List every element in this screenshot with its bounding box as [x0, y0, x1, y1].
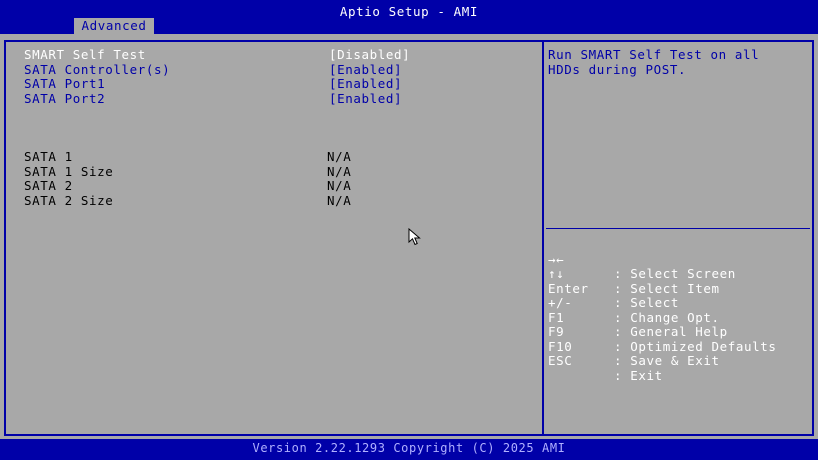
version-text: Version 2.22.1293 Copyright (C) 2025 AMI [252, 441, 566, 455]
key-row: ESC : Exit [548, 340, 662, 382]
key-desc: : Select [614, 295, 680, 310]
key-row: F10 : Save & Exit [548, 325, 719, 368]
key-desc: : Change Opt. [614, 309, 720, 325]
key-row: +/- : Change Opt. [548, 282, 719, 324]
footer-bar: Version 2.22.1293 Copyright (C) 2025 AMI [0, 439, 818, 460]
key-desc: : Select Item [614, 280, 720, 296]
help-divider [546, 228, 810, 229]
setting-sata-controllers[interactable]: SATA Controller(s) [Enabled] [24, 63, 402, 77]
info-sata-1: SATA 1 N/A [24, 149, 351, 164]
help-text: Run SMART Self Test on all HDDs during P… [548, 47, 760, 77]
info-value: N/A [327, 178, 352, 193]
info-value: N/A [327, 164, 352, 179]
title-bar: Aptio Setup - AMI Advanced [0, 0, 818, 34]
key-legend: →← : Select Screen ↑↓ : Select Item Ente… [548, 238, 776, 382]
setting-label: SATA Port1 [24, 76, 106, 91]
mouse-pointer-icon [408, 228, 421, 246]
setting-sata-port2[interactable]: SATA Port2 [Enabled] [24, 92, 402, 106]
panel-divider [542, 40, 544, 434]
setting-smart-self-test[interactable]: SMART Self Test [Disabled] [24, 48, 410, 62]
key-row: →← : Select Screen [548, 238, 735, 281]
info-sata-2-size: SATA 2 Size N/A [24, 194, 351, 208]
tab-advanced[interactable]: Advanced [74, 18, 154, 34]
setting-label: SATA Port2 [24, 91, 106, 106]
key-desc: : Save & Exit [614, 353, 720, 368]
key-row: F1 : General Help [548, 296, 727, 339]
setting-label: SMART Self Test [24, 47, 146, 62]
key-row: ↑↓ : Select Item [548, 253, 719, 295]
setting-value[interactable]: [Enabled] [329, 63, 402, 77]
key-name: ESC [548, 353, 573, 368]
setting-value[interactable]: [Disabled] [329, 48, 410, 62]
info-label: SATA 1 Size [24, 164, 114, 179]
setting-value[interactable]: [Enabled] [329, 77, 402, 91]
key-desc: : Select Screen [614, 266, 736, 281]
info-label: SATA 2 Size [24, 193, 114, 208]
app-title: Aptio Setup - AMI [339, 4, 479, 19]
key-desc: : Optimized Defaults [614, 338, 777, 354]
info-sata-1-size: SATA 1 Size N/A [24, 165, 351, 179]
setting-value[interactable]: [Enabled] [329, 92, 402, 106]
key-desc: : General Help [614, 324, 728, 339]
info-label: SATA 1 [24, 149, 73, 164]
info-label: SATA 2 [24, 178, 73, 193]
key-row: Enter : Select [548, 267, 678, 310]
setting-label: SATA Controller(s) [24, 62, 171, 77]
info-value: N/A [327, 149, 352, 164]
info-sata-2: SATA 2 N/A [24, 178, 351, 193]
key-row: F9 : Optimized Defaults [548, 311, 776, 353]
setting-sata-port1[interactable]: SATA Port1 [Enabled] [24, 77, 402, 91]
info-value: N/A [327, 193, 352, 208]
key-desc: : Exit [614, 367, 663, 383]
